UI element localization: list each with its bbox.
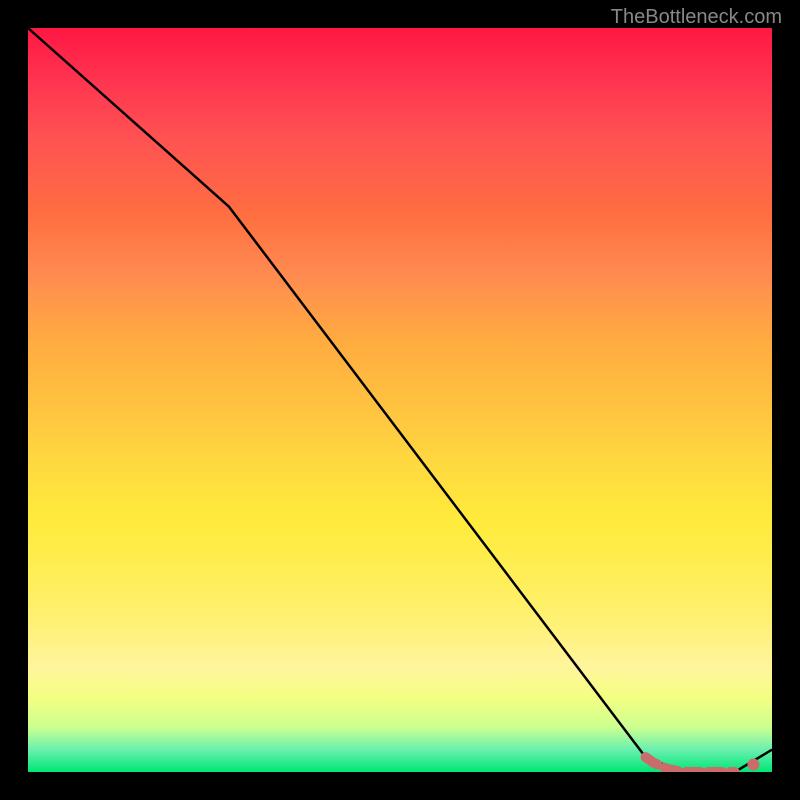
chart-markers	[646, 757, 760, 772]
series-line	[28, 28, 772, 772]
marker-segment	[646, 757, 735, 772]
watermark-text: TheBottleneck.com	[611, 6, 782, 29]
chart-svg	[28, 28, 772, 772]
chart-line	[28, 28, 772, 772]
marker-dot	[747, 759, 759, 771]
